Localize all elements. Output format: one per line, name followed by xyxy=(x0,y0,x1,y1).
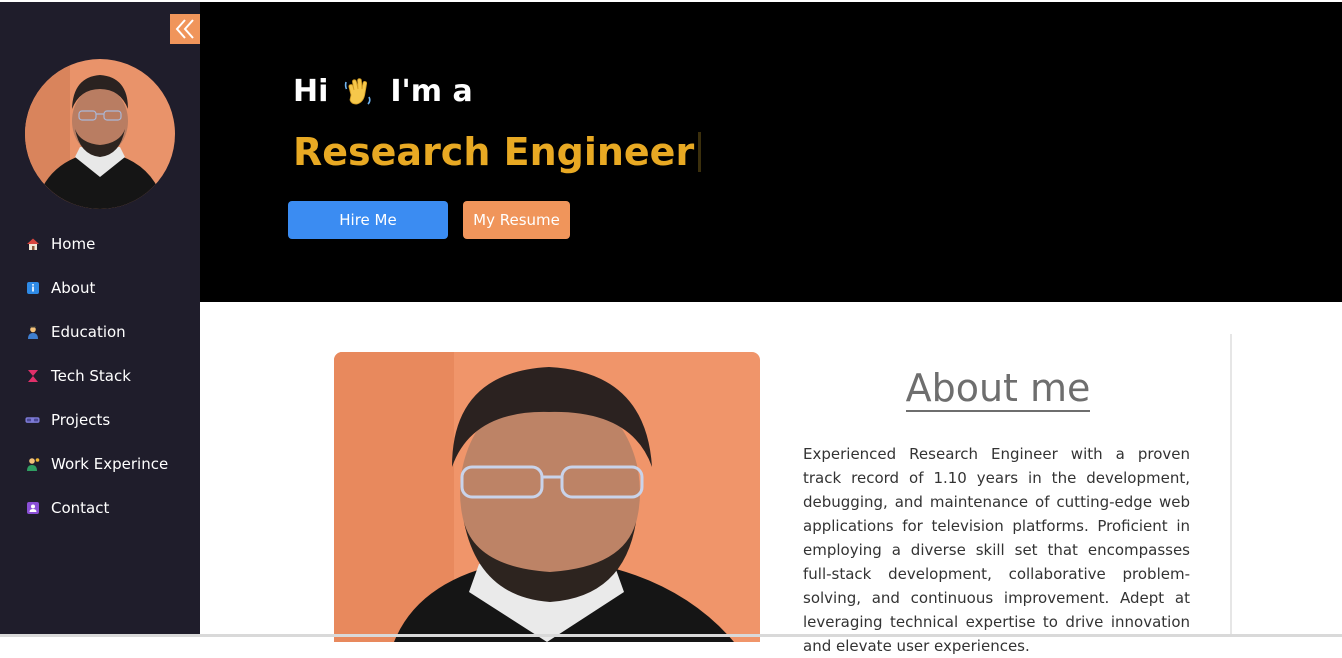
sidebar-item-home[interactable]: Home xyxy=(0,222,200,266)
sidebar: Home About Education Tech Stack Projects xyxy=(0,2,200,637)
greeting-rest: I'm a xyxy=(390,74,473,109)
sidebar-item-about[interactable]: About xyxy=(0,266,200,310)
role-text: Research Engineer xyxy=(293,130,695,174)
sidebar-item-label: Work Experince xyxy=(51,455,169,473)
sidebar-item-contact[interactable]: Contact xyxy=(0,486,200,530)
hourglass-icon xyxy=(25,369,40,384)
my-resume-button[interactable]: My Resume xyxy=(463,201,570,239)
hire-me-button[interactable]: Hire Me xyxy=(288,201,448,239)
sidebar-item-work-experience[interactable]: Work Experince xyxy=(0,442,200,486)
sidebar-item-label: Home xyxy=(51,235,96,253)
about-description: Experienced Research Engineer with a pro… xyxy=(803,445,1190,655)
house-icon xyxy=(25,237,40,252)
hero-greeting: Hi I'm a xyxy=(293,74,473,109)
sidebar-item-projects[interactable]: Projects xyxy=(0,398,200,442)
info-icon xyxy=(25,281,40,296)
sidebar-nav: Home About Education Tech Stack Projects xyxy=(0,222,200,530)
sidebar-item-label: Projects xyxy=(51,411,111,429)
sidebar-item-label: Education xyxy=(51,323,126,341)
about-card-edge xyxy=(1230,334,1232,637)
hero-section: Hi I'm a Research Engineer Hire Me My Re… xyxy=(200,2,1342,302)
avatar xyxy=(25,59,175,209)
about-section: About me Experienced Research Engineer w… xyxy=(200,302,1342,655)
typing-cursor xyxy=(698,132,702,172)
student-icon xyxy=(25,325,40,340)
contact-card-icon xyxy=(25,501,40,516)
sidebar-item-tech-stack[interactable]: Tech Stack xyxy=(0,354,200,398)
hero-role: Research Engineer xyxy=(293,130,702,174)
sidebar-item-education[interactable]: Education xyxy=(0,310,200,354)
sidebar-item-label: Contact xyxy=(51,499,110,517)
profile-photo xyxy=(334,352,760,642)
about-title: About me xyxy=(803,366,1193,412)
greeting-hi: Hi xyxy=(293,74,329,109)
about-title-text: About me xyxy=(905,366,1091,412)
waving-hand-icon xyxy=(342,75,376,109)
technologist-icon xyxy=(25,457,40,472)
sidebar-item-label: Tech Stack xyxy=(51,367,131,385)
sidebar-item-label: About xyxy=(51,279,96,297)
vr-headset-icon xyxy=(25,413,40,428)
double-chevron-left-icon[interactable] xyxy=(170,14,200,44)
